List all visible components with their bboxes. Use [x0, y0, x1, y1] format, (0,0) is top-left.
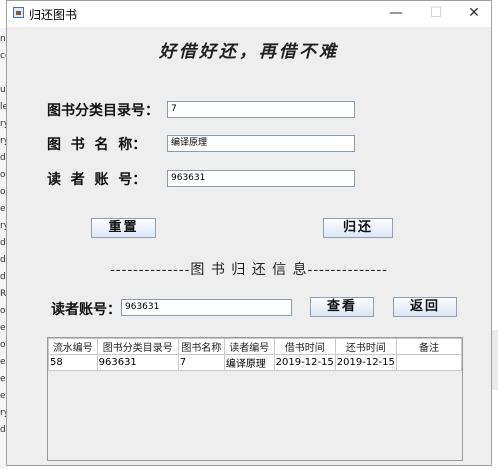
table-cell[interactable]: 2019-12-15 — [334, 354, 397, 371]
column-header[interactable]: 图书名称 — [177, 338, 225, 355]
catalog-label: 图书分类目录号： — [47, 103, 159, 119]
maximize-button[interactable]: ☐ — [419, 1, 453, 27]
table-header-row: 流水编号 图书分类目录号 图书名称 读者编号 借书时间 还书时间 备注 — [48, 338, 463, 355]
reader-account-label: 读 者 账 号： — [47, 172, 147, 188]
reader-account-field[interactable]: 963631 — [167, 170, 355, 187]
column-header[interactable]: 还书时间 — [334, 338, 397, 355]
close-button[interactable]: ✕ — [457, 1, 491, 27]
table-cell[interactable]: 2019-12-15 — [273, 354, 336, 371]
book-name-label: 图 书 名 称： — [47, 137, 147, 153]
table-cell[interactable]: 7 — [177, 354, 225, 371]
query-account-label: 读者账号： — [51, 302, 121, 318]
table-cell[interactable]: 963631 — [96, 354, 179, 371]
window-title: 归还图书 — [29, 8, 78, 22]
column-header[interactable]: 读者编号 — [223, 338, 275, 355]
column-header[interactable]: 图书分类目录号 — [96, 338, 179, 355]
return-records-table[interactable]: 流水编号 图书分类目录号 图书名称 读者编号 借书时间 还书时间 备注 58 963631 7 编… — [47, 337, 463, 461]
search-button[interactable]: 查看 — [310, 297, 374, 317]
return-info-section-title: --------------图 书 归 还 信 息-------------- — [110, 262, 388, 278]
java-app-icon — [13, 7, 24, 18]
background-app-right-edge — [491, 330, 498, 390]
headline-slogan: 好借好还，再借不难 — [159, 42, 339, 62]
table-cell[interactable] — [395, 354, 463, 371]
book-name-field[interactable]: 编译原理 — [167, 135, 355, 152]
table-row[interactable]: 58 963631 7 编译原理 2019-12-15 2019-12-15 — [48, 354, 463, 371]
records-grid: 流水编号 图书分类目录号 图书名称 读者编号 借书时间 还书时间 备注 58 963631 7 编… — [48, 338, 463, 371]
title-bar[interactable]: 归还图书 — ☐ ✕ — [7, 1, 491, 27]
catalog-number-field[interactable]: 7 — [167, 101, 355, 118]
minimize-button[interactable]: — — [379, 1, 413, 27]
return-button[interactable]: 归还 — [323, 218, 393, 238]
table-cell[interactable]: 58 — [48, 354, 98, 371]
column-header[interactable]: 流水编号 — [48, 338, 98, 355]
column-header[interactable]: 借书时间 — [273, 338, 336, 355]
return-book-window: 归还图书 — ☐ ✕ 好借好还，再借不难 图书分类目录号： 7 图 书 名 称：… — [6, 0, 492, 466]
table-cell[interactable]: 编译原理 — [223, 354, 275, 371]
reset-button[interactable]: 重置 — [91, 218, 156, 238]
column-header[interactable]: 备注 — [395, 338, 463, 355]
back-button[interactable]: 返回 — [393, 297, 457, 317]
query-account-field[interactable]: 963631 — [121, 299, 292, 316]
